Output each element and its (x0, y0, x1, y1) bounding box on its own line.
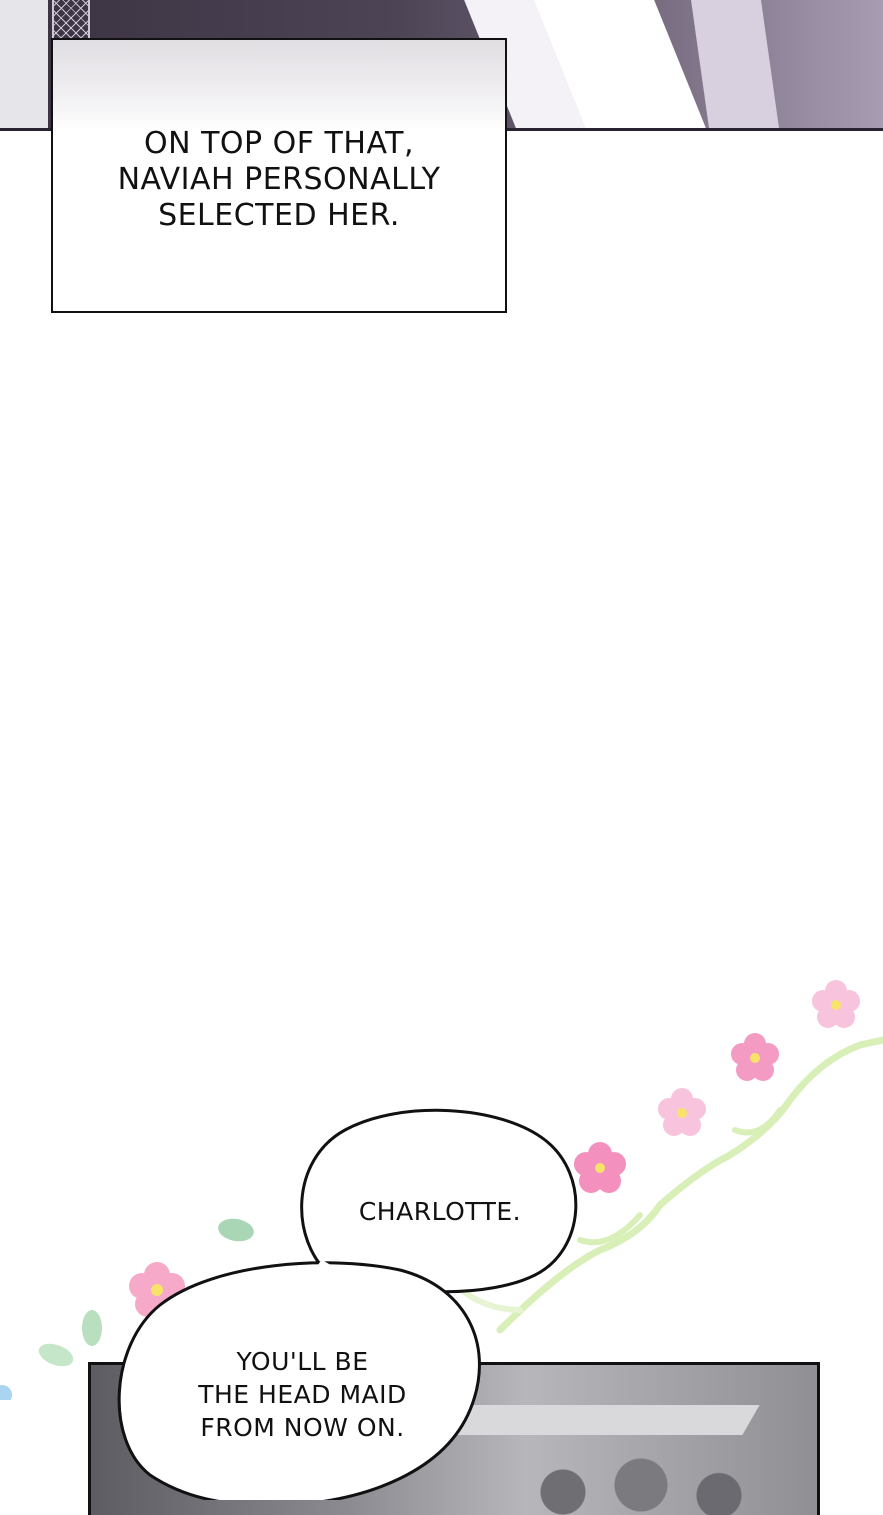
panel-foliage (511, 1450, 771, 1515)
flower-vine-decoration (0, 980, 883, 1400)
narration-text: ON TOP OF THAT, NAVIAH PERSONALLY SELECT… (117, 126, 441, 233)
vine-line (732, 1107, 783, 1136)
flower-icon (812, 980, 860, 1028)
panel-shelf (442, 1405, 760, 1435)
flower-icon (658, 1088, 706, 1136)
caption-fade (53, 40, 505, 130)
narration-caption-box: ON TOP OF THAT, NAVIAH PERSONALLY SELECT… (51, 38, 507, 313)
panel-wall-highlight (0, 0, 48, 128)
panel-fabric-fold (691, 0, 779, 128)
leaf-icon (82, 1310, 102, 1346)
window-lattice (52, 0, 90, 42)
leaf-icon (38, 1343, 74, 1367)
vine-line (447, 1277, 523, 1313)
flower-icon (129, 1262, 185, 1317)
speech-bubble-1-text: CHARLOTTE. (358, 1197, 522, 1226)
flower-icon (574, 1142, 626, 1193)
speech-bubble-2-text: YOU'LL BE THE HEAD MAID FROM NOW ON. (198, 1347, 407, 1442)
leaf-icon (218, 1218, 254, 1242)
flower-icon (731, 1033, 779, 1081)
blue-flower-icon (0, 1385, 12, 1400)
vine-line (496, 1036, 883, 1334)
